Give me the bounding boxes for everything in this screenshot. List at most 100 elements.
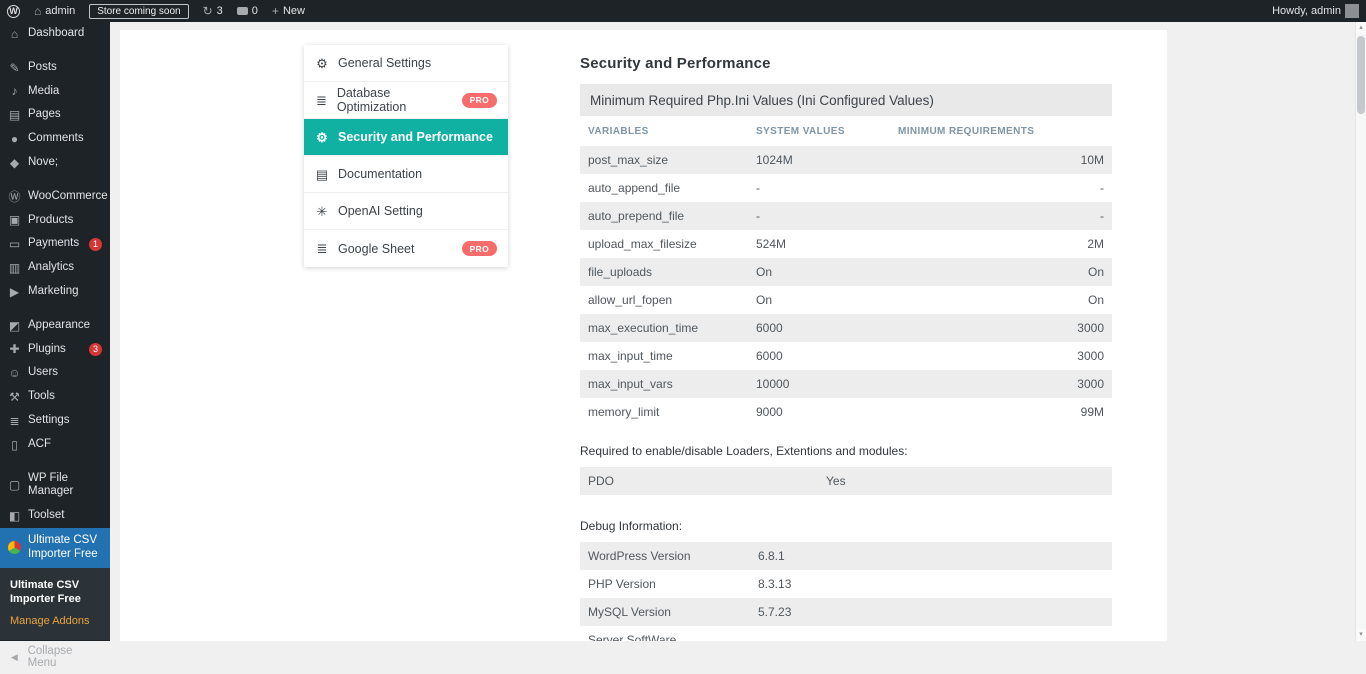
updates-icon: ↻ [203, 5, 213, 17]
sidebar-menu: ⌂Dashboard ✎Posts♪Media▤Pages ● Comments ◆ No… [0, 22, 110, 568]
sidebar-item-nove[interactable]: ◆ Nove; [0, 151, 110, 175]
csv-importer-submenu: Ultimate CSV Importer FreeManage Addons [0, 568, 110, 641]
sidebar-item-label: Dashboard [28, 27, 102, 41]
column-header-variables: VARIABLES [588, 126, 756, 137]
wordpress-menu[interactable]: W [0, 0, 27, 22]
posts-icon: ✎ [8, 62, 21, 74]
sidebar-item-label: Media [28, 85, 102, 99]
security-performance-panel: Security and Performance Minimum Require… [580, 55, 1112, 641]
sidebar-item-media[interactable]: ♪Media [0, 80, 110, 104]
sidebar-item-payments[interactable]: ▭Payments1 [0, 232, 110, 256]
sidebar-item-label: Comments [28, 132, 102, 146]
sidebar-item-label: WooCommerce [28, 190, 108, 204]
sidebar-item-ultimate-csv-importer-free[interactable]: Ultimate CSV Importer Free [0, 528, 110, 568]
sidebar-item-comments[interactable]: ● Comments [0, 127, 110, 151]
ini-table-row: auto_append_file-- [580, 174, 1112, 202]
debug-table-row: MySQL Version5.7.23 [580, 598, 1112, 626]
sidebar-item-label: Marketing [28, 285, 102, 299]
sidebar-item-analytics[interactable]: ▥Analytics [0, 256, 110, 280]
security-icon: ⚙ [315, 131, 329, 144]
tab-label: Google Sheet [338, 242, 414, 256]
tab-general-settings[interactable]: ⚙General Settings [304, 45, 508, 82]
admin-top-bar: W ⌂ admin Store coming soon ↻ 3 0 + New … [0, 0, 1366, 22]
ini-table-row: max_input_time60003000 [580, 342, 1112, 370]
ini-variable-name: upload_max_filesize [588, 237, 756, 251]
ini-system-value: - [756, 181, 898, 195]
sidebar-item-label: Payments [28, 237, 82, 251]
store-coming-soon[interactable]: Store coming soon [82, 0, 195, 22]
openai-icon: ✳ [315, 205, 329, 218]
window-scrollbar[interactable]: ▴ ▾ [1355, 22, 1366, 641]
loader-name: PDO [588, 474, 826, 488]
ini-system-value: 524M [756, 237, 898, 251]
sidebar-item-label: Settings [28, 414, 102, 428]
column-header-minimum-requirements: MINIMUM REQUIREMENTS [898, 126, 1104, 137]
submenu-item-manage-addons[interactable]: Manage Addons [0, 610, 110, 632]
ini-table-row: auto_prepend_file-- [580, 202, 1112, 230]
sidebar-item-acf[interactable]: ▯ACF [0, 433, 110, 457]
sidebar-item-toolset[interactable]: ◧Toolset [0, 504, 110, 528]
sidebar-item-dashboard[interactable]: ⌂Dashboard [0, 22, 110, 46]
sidebar-item-users[interactable]: ☺Users [0, 361, 110, 385]
sidebar-item-label: Nove; [28, 156, 102, 170]
table-header-row: VARIABLES SYSTEM VALUES MINIMUM REQUIREM… [580, 116, 1112, 146]
tab-security-and-performance[interactable]: ⚙ Security and Performance [304, 119, 508, 156]
ini-minimum-requirement: - [898, 181, 1104, 195]
page-title: Security and Performance [580, 55, 1112, 72]
new-label: New [283, 5, 305, 17]
comments-menu[interactable]: 0 [230, 0, 265, 22]
sheet-icon: ≣ [315, 242, 329, 255]
sidebar-item-posts[interactable]: ✎Posts [0, 56, 110, 80]
ini-minimum-requirement: On [898, 293, 1104, 307]
tools-icon: ⚒ [8, 391, 21, 403]
nove-icon: ◆ [8, 157, 21, 169]
site-name-menu[interactable]: ⌂ admin [27, 0, 82, 22]
woocommerce-icon: Ⓦ [8, 191, 21, 203]
sidebar-item-woocommerce[interactable]: Ⓦ WooCommerce [0, 185, 110, 209]
new-content-menu[interactable]: + New [265, 0, 312, 22]
sidebar-item-appearance[interactable]: ◩Appearance [0, 314, 110, 338]
sidebar-item-label: Products [28, 214, 102, 228]
collapse-menu-button[interactable]: ◀ Collapse Menu [0, 640, 110, 674]
debug-table-row: Server SoftWare [580, 626, 1112, 641]
sidebar-item-wp-file-manager[interactable]: ▢WP File Manager [0, 467, 110, 505]
comments-count: 0 [252, 5, 258, 17]
column-header-system-values: SYSTEM VALUES [756, 126, 898, 137]
scrollbar-down-arrow[interactable]: ▾ [1356, 629, 1366, 641]
tab-documentation[interactable]: ▤Documentation [304, 156, 508, 193]
plus-icon: + [272, 5, 279, 17]
ini-minimum-requirement: 2M [898, 237, 1104, 251]
comments-icon: ● [8, 133, 21, 145]
scrollbar-thumb[interactable] [1357, 36, 1365, 114]
sidebar-item-plugins[interactable]: ✚Plugins3 [0, 338, 110, 362]
sidebar-item-products[interactable]: ▣Products [0, 209, 110, 233]
my-account-menu[interactable]: Howdy, admin [1265, 0, 1366, 22]
ini-minimum-requirement: 3000 [898, 377, 1104, 391]
ini-table-row: upload_max_filesize524M2M [580, 230, 1112, 258]
ini-minimum-requirement: 10M [898, 153, 1104, 167]
tab-label: Database Optimization [337, 86, 453, 114]
tab-label: Security and Performance [338, 130, 493, 144]
loader-table-row: PDOYes [580, 467, 1112, 495]
sidebar-item-marketing[interactable]: ▶Marketing [0, 280, 110, 304]
scrollbar-up-arrow[interactable]: ▴ [1356, 22, 1366, 34]
debug-info-title: Debug Information: [580, 519, 1112, 533]
sidebar-item-settings[interactable]: ≣Settings [0, 409, 110, 433]
submenu-item-ultimate-csv-importer-free[interactable]: Ultimate CSV Importer Free [0, 574, 110, 611]
ini-system-value: 9000 [756, 405, 898, 419]
ini-table-row: allow_url_fopenOnOn [580, 286, 1112, 314]
tab-database-optimization[interactable]: ≣Database OptimizationPRO [304, 82, 508, 119]
ini-system-value: 6000 [756, 349, 898, 363]
tab-openai-setting[interactable]: ✳OpenAI Setting [304, 193, 508, 230]
debug-name: PHP Version [588, 577, 758, 591]
tab-google-sheet[interactable]: ≣Google SheetPRO [304, 230, 508, 267]
sidebar-item-tools[interactable]: ⚒Tools [0, 385, 110, 409]
updates-menu[interactable]: ↻ 3 [196, 0, 230, 22]
debug-table-row: PHP Version8.3.13 [580, 570, 1112, 598]
sidebar-item-pages[interactable]: ▤Pages [0, 103, 110, 127]
sidebar-item-label: Pages [28, 108, 102, 122]
settings-tab-list: ⚙General Settings≣Database OptimizationP… [304, 45, 508, 267]
ini-system-value: 1024M [756, 153, 898, 167]
collapse-menu-label: Collapse Menu [28, 645, 102, 669]
ini-variable-name: memory_limit [588, 405, 756, 419]
